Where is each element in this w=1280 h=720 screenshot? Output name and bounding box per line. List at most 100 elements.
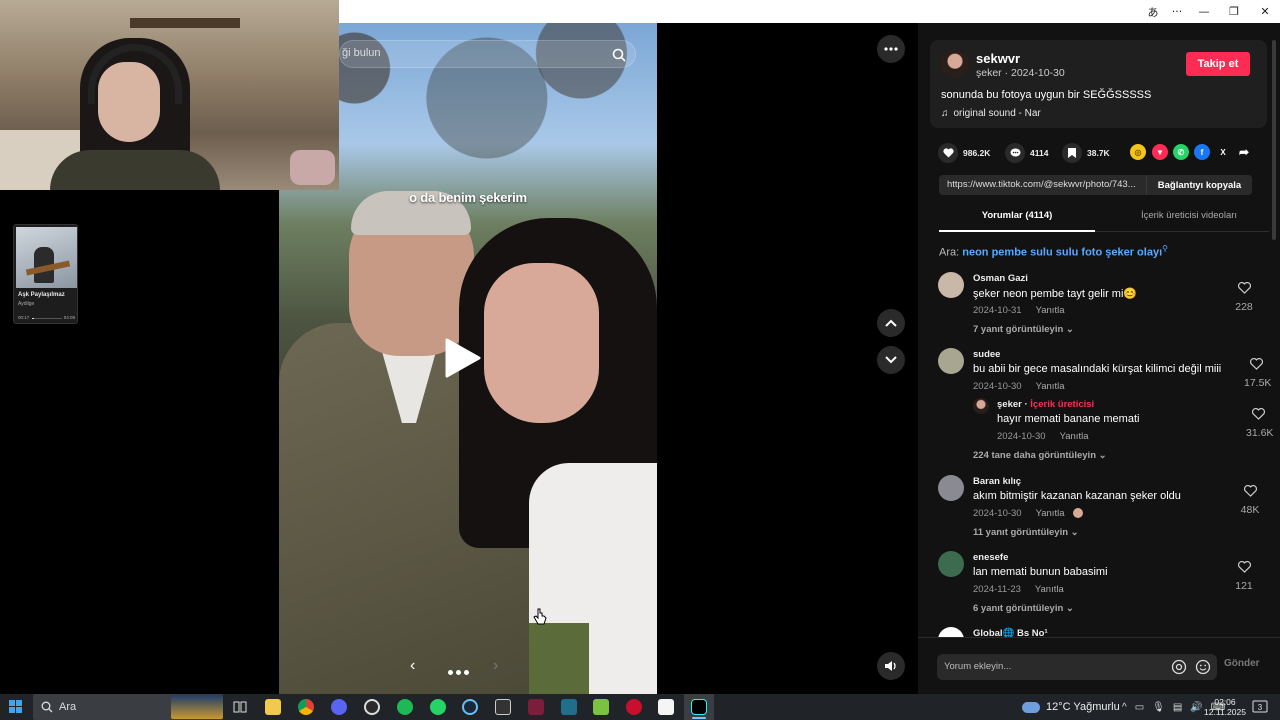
whatsapp-icon[interactable]: ✆ (1173, 144, 1189, 160)
more-menu-icon[interactable]: ··· (1162, 0, 1192, 23)
reply-like-button[interactable]: 31.6K (1246, 407, 1273, 439)
more-options-icon[interactable] (877, 35, 905, 63)
weather-widget[interactable]: 12°C Yağmurlu (1022, 694, 1120, 720)
send-button[interactable]: Gönder (1224, 658, 1260, 669)
clock[interactable]: 02:06 12.11.2025 (1204, 697, 1246, 717)
author-avatar[interactable] (941, 50, 969, 78)
search-icon[interactable] (607, 43, 631, 67)
xbox-icon[interactable] (363, 694, 381, 720)
avatar[interactable] (938, 348, 964, 374)
comment-meta: 2024-10-30 Yanıtla (973, 508, 1084, 519)
volume-icon[interactable] (877, 652, 905, 680)
red-app-icon[interactable] (625, 694, 643, 720)
mention-icon[interactable] (1171, 659, 1187, 675)
post-description: sonunda bu fotoya uygun bir SEĞĞSSSSS (941, 89, 1152, 101)
track-progress[interactable]: 00:17 04:09 (18, 314, 75, 322)
action-bar: 986.2K 4114 38.7K ◎ ▼ ✆ f X ➦ (938, 142, 1268, 164)
avatar[interactable] (938, 475, 964, 501)
emoji-icon[interactable] (1195, 659, 1211, 675)
search-suggest-term[interactable]: neon pembe sulu sulu foto şeker olayı (962, 247, 1162, 259)
send-share-icon[interactable]: ▼ (1152, 144, 1168, 160)
task-view-icon[interactable] (231, 694, 249, 720)
chevron-right-icon[interactable]: › (493, 657, 498, 675)
taskbar-search[interactable]: Ara (33, 694, 223, 720)
avatar[interactable] (973, 398, 989, 414)
share-arrow-icon[interactable]: ➦ (1236, 144, 1252, 160)
battery-icon[interactable]: ▭ (1135, 702, 1144, 713)
reply-button[interactable]: Yanıtla (1036, 508, 1065, 519)
network-icon[interactable]: ▤ (1173, 702, 1182, 713)
comment-author[interactable]: Osman Gazi (973, 273, 1028, 284)
like-button[interactable]: 986.2K (938, 142, 990, 164)
comment-author[interactable]: sudee (973, 349, 1000, 360)
avatar[interactable] (938, 551, 964, 577)
view-replies-button[interactable]: 6 yanıt görüntüleyin ⌄ (973, 603, 1074, 614)
copy-link-button[interactable]: Bağlantıyı kopyala (1146, 175, 1252, 195)
view-more-replies-button[interactable]: 224 tane daha görüntüleyin ⌄ (973, 450, 1107, 461)
mini-music-player[interactable]: Aşk Paylaşılmaz Aydilge 00:17 04:09 (13, 224, 78, 324)
sound-link[interactable]: ♫ original sound - Nar (941, 108, 1041, 119)
comment-like-button[interactable]: 121 (1232, 560, 1256, 592)
speaker-icon[interactable]: 🔊 (1190, 702, 1202, 713)
creator-badge: İçerik üreticisi (1030, 399, 1095, 410)
spotify-icon[interactable] (396, 694, 414, 720)
clock-time: 02:06 (1214, 697, 1236, 707)
reply-button[interactable]: Yanıtla (1036, 305, 1065, 316)
comment-like-button[interactable]: 17.5K (1244, 357, 1271, 389)
chevron-up-icon[interactable] (877, 309, 905, 337)
save-button[interactable]: 38.7K (1062, 142, 1110, 164)
media-app-icon[interactable] (527, 694, 545, 720)
x-icon[interactable]: X (1215, 144, 1231, 160)
chevron-down-icon[interactable] (877, 346, 905, 374)
comment-like-button[interactable]: 48K (1238, 484, 1262, 516)
discord-icon[interactable] (330, 694, 348, 720)
carousel-dots (448, 662, 472, 680)
tab-comments[interactable]: Yorumlar (4114) (939, 210, 1095, 221)
chrome-icon[interactable] (297, 694, 315, 720)
steam-icon[interactable] (461, 694, 479, 720)
comment-text: akım bitmiştir kazanan kazanan şeker old… (973, 490, 1181, 502)
comment-input[interactable]: Yorum ekleyin... (937, 654, 1217, 680)
share-link-row: https://www.tiktok.com/@sekwvr/photo/743… (939, 175, 1252, 195)
view-replies-button[interactable]: 7 yanıt görüntüleyin ⌄ (973, 324, 1074, 335)
reply-author[interactable]: şeker · İçerik üreticisi (997, 399, 1094, 410)
view-replies-button[interactable]: 11 yanıt görüntüleyin ⌄ (973, 527, 1079, 538)
comment-author[interactable]: enesefe (973, 552, 1008, 563)
notification-icon[interactable]: 3 (1252, 699, 1268, 715)
search-suggestion[interactable]: Ara: neon pembe sulu sulu foto şeker ola… (939, 244, 1168, 259)
search-input[interactable]: ği bulun (339, 40, 636, 68)
share-url[interactable]: https://www.tiktok.com/@sekwvr/photo/743… (947, 179, 1136, 190)
avatar[interactable] (938, 272, 964, 298)
reply-button[interactable]: Yanıtla (1035, 584, 1064, 595)
tiktok-icon[interactable] (684, 694, 714, 720)
scrollbar[interactable] (1272, 40, 1276, 240)
facebook-icon[interactable]: f (1194, 144, 1210, 160)
play-icon[interactable] (441, 337, 483, 379)
minimize-button[interactable]: — (1189, 0, 1219, 23)
epic-games-icon[interactable] (494, 694, 512, 720)
follow-button[interactable]: Takip et (1186, 52, 1250, 76)
taskbar-search-label: Ara (59, 701, 77, 713)
file-explorer-icon[interactable] (264, 694, 282, 720)
webcam-overlay (0, 0, 339, 190)
weather-text: 12°C Yağmurlu (1046, 701, 1120, 713)
chevron-up-icon[interactable]: ^ (1122, 702, 1127, 713)
coin-share-icon[interactable]: ◎ (1130, 144, 1146, 160)
author-name[interactable]: sekwvr (976, 51, 1020, 66)
view-replies-label: 6 yanıt görüntüleyin (973, 603, 1064, 614)
notes-app-icon[interactable] (560, 694, 578, 720)
windows-start-icon[interactable] (9, 700, 22, 713)
green-app-icon[interactable] (592, 694, 610, 720)
comment-author[interactable]: Baran kılıç (973, 476, 1021, 487)
capcut-icon[interactable] (657, 694, 675, 720)
close-button[interactable]: ✕ (1250, 0, 1280, 23)
chevron-left-icon[interactable]: ‹ (410, 657, 415, 675)
microphone-icon[interactable]: 🎙 (1152, 702, 1165, 713)
tab-creator-videos[interactable]: İçerik üreticisi videoları (1109, 210, 1269, 221)
restore-button[interactable]: ❐ (1219, 0, 1249, 23)
reply-button[interactable]: Yanıtla (1036, 381, 1065, 392)
whatsapp-icon[interactable] (429, 694, 447, 720)
reply-button[interactable]: Yanıtla (1060, 431, 1089, 442)
comment-like-button[interactable]: 228 (1232, 281, 1256, 313)
comment-button[interactable]: 4114 (1005, 142, 1048, 164)
